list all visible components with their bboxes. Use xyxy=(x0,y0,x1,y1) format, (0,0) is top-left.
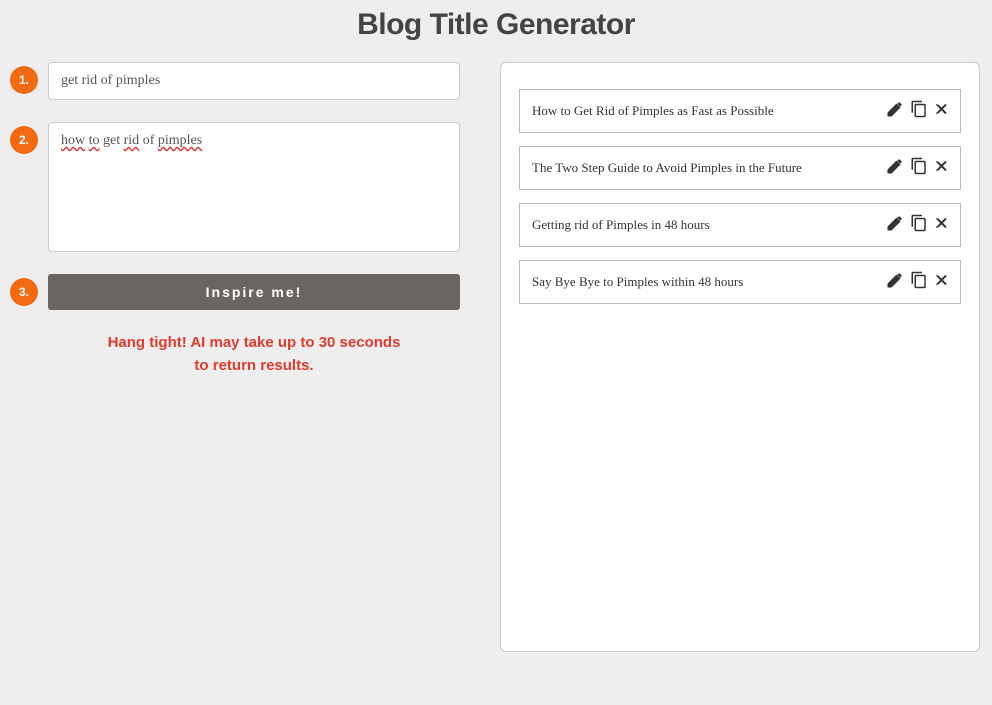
loading-message: Hang tight! AI may take up to 30 seconds… xyxy=(48,332,460,377)
close-icon[interactable] xyxy=(934,101,950,122)
inspire-button[interactable]: Inspire me! xyxy=(48,274,460,310)
results-column: How to Get Rid of Pimples as Fast as Pos… xyxy=(500,62,980,652)
main-layout: 1. 2. how to get rid of pimples 3. Inspi… xyxy=(0,62,992,652)
result-actions xyxy=(886,157,950,180)
close-icon[interactable] xyxy=(934,272,950,293)
loading-line-2: to return results. xyxy=(48,355,460,378)
step-2-row: 2. how to get rid of pimples xyxy=(10,122,460,252)
misspelled-word: pimples xyxy=(158,133,202,148)
description-textarea[interactable]: how to get rid of pimples xyxy=(48,122,460,252)
page-title: Blog Title Generator xyxy=(0,0,992,62)
copy-icon[interactable] xyxy=(910,214,928,237)
loading-line-1: Hang tight! AI may take up to 30 seconds xyxy=(48,332,460,355)
topic-input[interactable] xyxy=(48,62,460,100)
step-3-badge: 3. xyxy=(10,278,38,306)
result-item: Getting rid of Pimples in 48 hours xyxy=(519,203,961,247)
result-actions xyxy=(886,214,950,237)
step-3-row: 3. Inspire me! xyxy=(10,274,460,310)
edit-icon[interactable] xyxy=(886,214,904,237)
results-panel: How to Get Rid of Pimples as Fast as Pos… xyxy=(500,62,980,652)
result-item: Say Bye Bye to Pimples within 48 hours xyxy=(519,260,961,304)
misspelled-word: how xyxy=(61,133,85,148)
result-actions xyxy=(886,100,950,123)
copy-icon[interactable] xyxy=(910,100,928,123)
edit-icon[interactable] xyxy=(886,100,904,123)
copy-icon[interactable] xyxy=(910,157,928,180)
input-column: 1. 2. how to get rid of pimples 3. Inspi… xyxy=(10,62,460,652)
edit-icon[interactable] xyxy=(886,271,904,294)
result-title: The Two Step Guide to Avoid Pimples in t… xyxy=(532,160,802,176)
result-item: The Two Step Guide to Avoid Pimples in t… xyxy=(519,146,961,190)
result-title: How to Get Rid of Pimples as Fast as Pos… xyxy=(532,103,774,119)
close-icon[interactable] xyxy=(934,215,950,236)
copy-icon[interactable] xyxy=(910,271,928,294)
result-item: How to Get Rid of Pimples as Fast as Pos… xyxy=(519,89,961,133)
step-2-badge: 2. xyxy=(10,126,38,154)
word: of xyxy=(143,133,155,148)
step-1-badge: 1. xyxy=(10,66,38,94)
misspelled-word: to xyxy=(89,133,100,148)
result-title: Getting rid of Pimples in 48 hours xyxy=(532,217,710,233)
misspelled-word: rid xyxy=(124,133,140,148)
word: get xyxy=(103,133,120,148)
result-title: Say Bye Bye to Pimples within 48 hours xyxy=(532,274,743,290)
edit-icon[interactable] xyxy=(886,157,904,180)
result-actions xyxy=(886,271,950,294)
step-1-row: 1. xyxy=(10,62,460,100)
close-icon[interactable] xyxy=(934,158,950,179)
